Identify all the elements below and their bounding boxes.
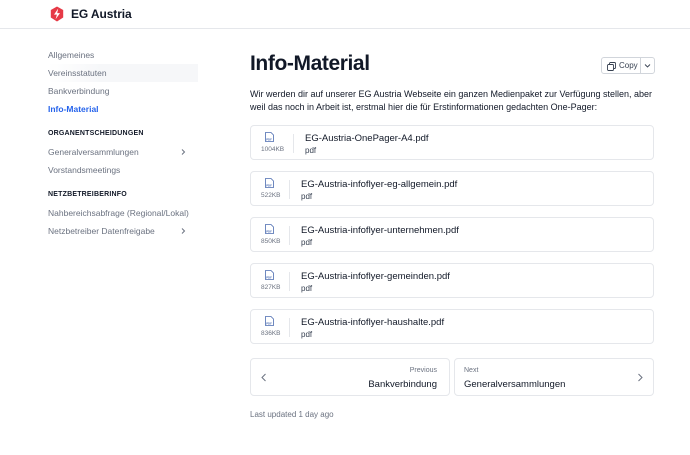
sidebar-item-info-material[interactable]: Info-Material bbox=[48, 100, 198, 118]
file-card-eg-allgemein[interactable]: PDF 522KB EG-Austria-infoflyer-eg-allgem… bbox=[250, 171, 654, 206]
sidebar-item-nahbereichsabfrage[interactable]: Nahbereichsabfrage (Regional/Lokal) bbox=[48, 204, 198, 222]
svg-text:PDF: PDF bbox=[266, 229, 272, 233]
previous-title: Bankverbindung bbox=[368, 379, 437, 390]
divider bbox=[289, 180, 290, 199]
sidebar-item-label: Netzbetreiber Datenfreigabe bbox=[48, 226, 155, 236]
file-card-gemeinden[interactable]: PDF 827KB EG-Austria-infoflyer-gemeinden… bbox=[250, 263, 654, 298]
next-title: Generalversammlungen bbox=[464, 379, 566, 390]
sidebar-item-label: Generalversammlungen bbox=[48, 147, 139, 157]
file-size: 522KB bbox=[261, 192, 281, 199]
svg-text:PDF: PDF bbox=[266, 275, 272, 279]
file-type: pdf bbox=[301, 284, 313, 293]
next-page-link[interactable]: Next Generalversammlungen bbox=[454, 358, 654, 396]
file-name-link[interactable]: EG-Austria-infoflyer-haushalte.pdf bbox=[301, 317, 444, 328]
last-updated: Last updated 1 day ago bbox=[250, 410, 334, 419]
file-type: pdf bbox=[305, 146, 317, 155]
sidebar-heading-netzbetreiberinfo: NETZBETREIBERINFO bbox=[48, 191, 127, 198]
chevron-right-icon[interactable] bbox=[179, 148, 187, 156]
page-title: Info-Material bbox=[250, 52, 370, 75]
file-size: 1004KB bbox=[261, 146, 285, 153]
top-bar: EG Austria bbox=[0, 0, 690, 29]
sidebar-item-generalversammlungen[interactable]: Generalversammlungen bbox=[48, 143, 198, 161]
file-card-unternehmen[interactable]: PDF 850KB EG-Austria-infoflyer-unternehm… bbox=[250, 217, 654, 252]
file-name-link[interactable]: EG-Austria-infoflyer-eg-allgemein.pdf bbox=[301, 179, 457, 190]
file-name-link[interactable]: EG-Austria-infoflyer-unternehmen.pdf bbox=[301, 225, 459, 236]
divider bbox=[289, 318, 290, 337]
svg-text:PDF: PDF bbox=[266, 183, 272, 187]
copy-label: Copy bbox=[619, 61, 638, 70]
file-name-link[interactable]: EG-Austria-infoflyer-gemeinden.pdf bbox=[301, 271, 450, 282]
brand-name[interactable]: EG Austria bbox=[71, 7, 132, 21]
file-name-link[interactable]: EG-Austria-OnePager-A4.pdf bbox=[305, 133, 429, 144]
chevron-left-icon bbox=[261, 373, 266, 382]
divider bbox=[293, 134, 294, 153]
sidebar-heading-organentscheidungen: ORGANENTSCHEIDUNGEN bbox=[48, 130, 144, 137]
file-type: pdf bbox=[301, 238, 313, 247]
sidebar-item-bankverbindung[interactable]: Bankverbindung bbox=[48, 82, 198, 100]
pdf-file-icon: PDF bbox=[265, 224, 274, 234]
pdf-file-icon: PDF bbox=[265, 132, 274, 142]
sidebar-item-netzbetreiber-datenfreigabe[interactable]: Netzbetreiber Datenfreigabe bbox=[48, 222, 198, 240]
sidebar-item-allgemeines[interactable]: Allgemeines bbox=[48, 46, 198, 64]
lightning-bolt-logo-icon[interactable] bbox=[50, 6, 64, 22]
sidebar-item-vereinsstatuten[interactable]: Vereinsstatuten bbox=[48, 64, 198, 82]
pdf-file-icon: PDF bbox=[265, 178, 274, 188]
button-divider bbox=[640, 58, 641, 73]
copy-page-button[interactable]: Copy bbox=[601, 57, 655, 74]
pdf-file-icon: PDF bbox=[265, 316, 274, 326]
pdf-file-icon: PDF bbox=[265, 270, 274, 280]
next-caption: Next bbox=[464, 367, 479, 374]
file-size: 836KB bbox=[261, 330, 281, 337]
copy-icon bbox=[607, 61, 616, 71]
svg-text:PDF: PDF bbox=[266, 137, 272, 141]
file-card-haushalte[interactable]: PDF 836KB EG-Austria-infoflyer-haushalte… bbox=[250, 309, 654, 344]
file-card-onepager[interactable]: PDF 1004KB EG-Austria-OnePager-A4.pdf pd… bbox=[250, 125, 654, 160]
sidebar-nav: Allgemeines Vereinsstatuten Bankverbindu… bbox=[48, 46, 198, 240]
intro-paragraph: Wir werden dir auf unserer EG Austria We… bbox=[250, 89, 653, 112]
file-size: 850KB bbox=[261, 238, 281, 245]
file-type: pdf bbox=[301, 330, 313, 339]
divider bbox=[289, 226, 290, 245]
chevron-right-icon bbox=[638, 373, 643, 382]
chevron-down-icon[interactable] bbox=[644, 62, 651, 69]
svg-text:PDF: PDF bbox=[266, 321, 272, 325]
sidebar-item-vorstandsmeetings[interactable]: Vorstandsmeetings bbox=[48, 161, 198, 179]
chevron-right-icon[interactable] bbox=[179, 227, 187, 235]
file-size: 827KB bbox=[261, 284, 281, 291]
file-type: pdf bbox=[301, 192, 313, 201]
previous-caption: Previous bbox=[409, 367, 437, 374]
previous-page-link[interactable]: Previous Bankverbindung bbox=[250, 358, 450, 396]
divider bbox=[289, 272, 290, 291]
